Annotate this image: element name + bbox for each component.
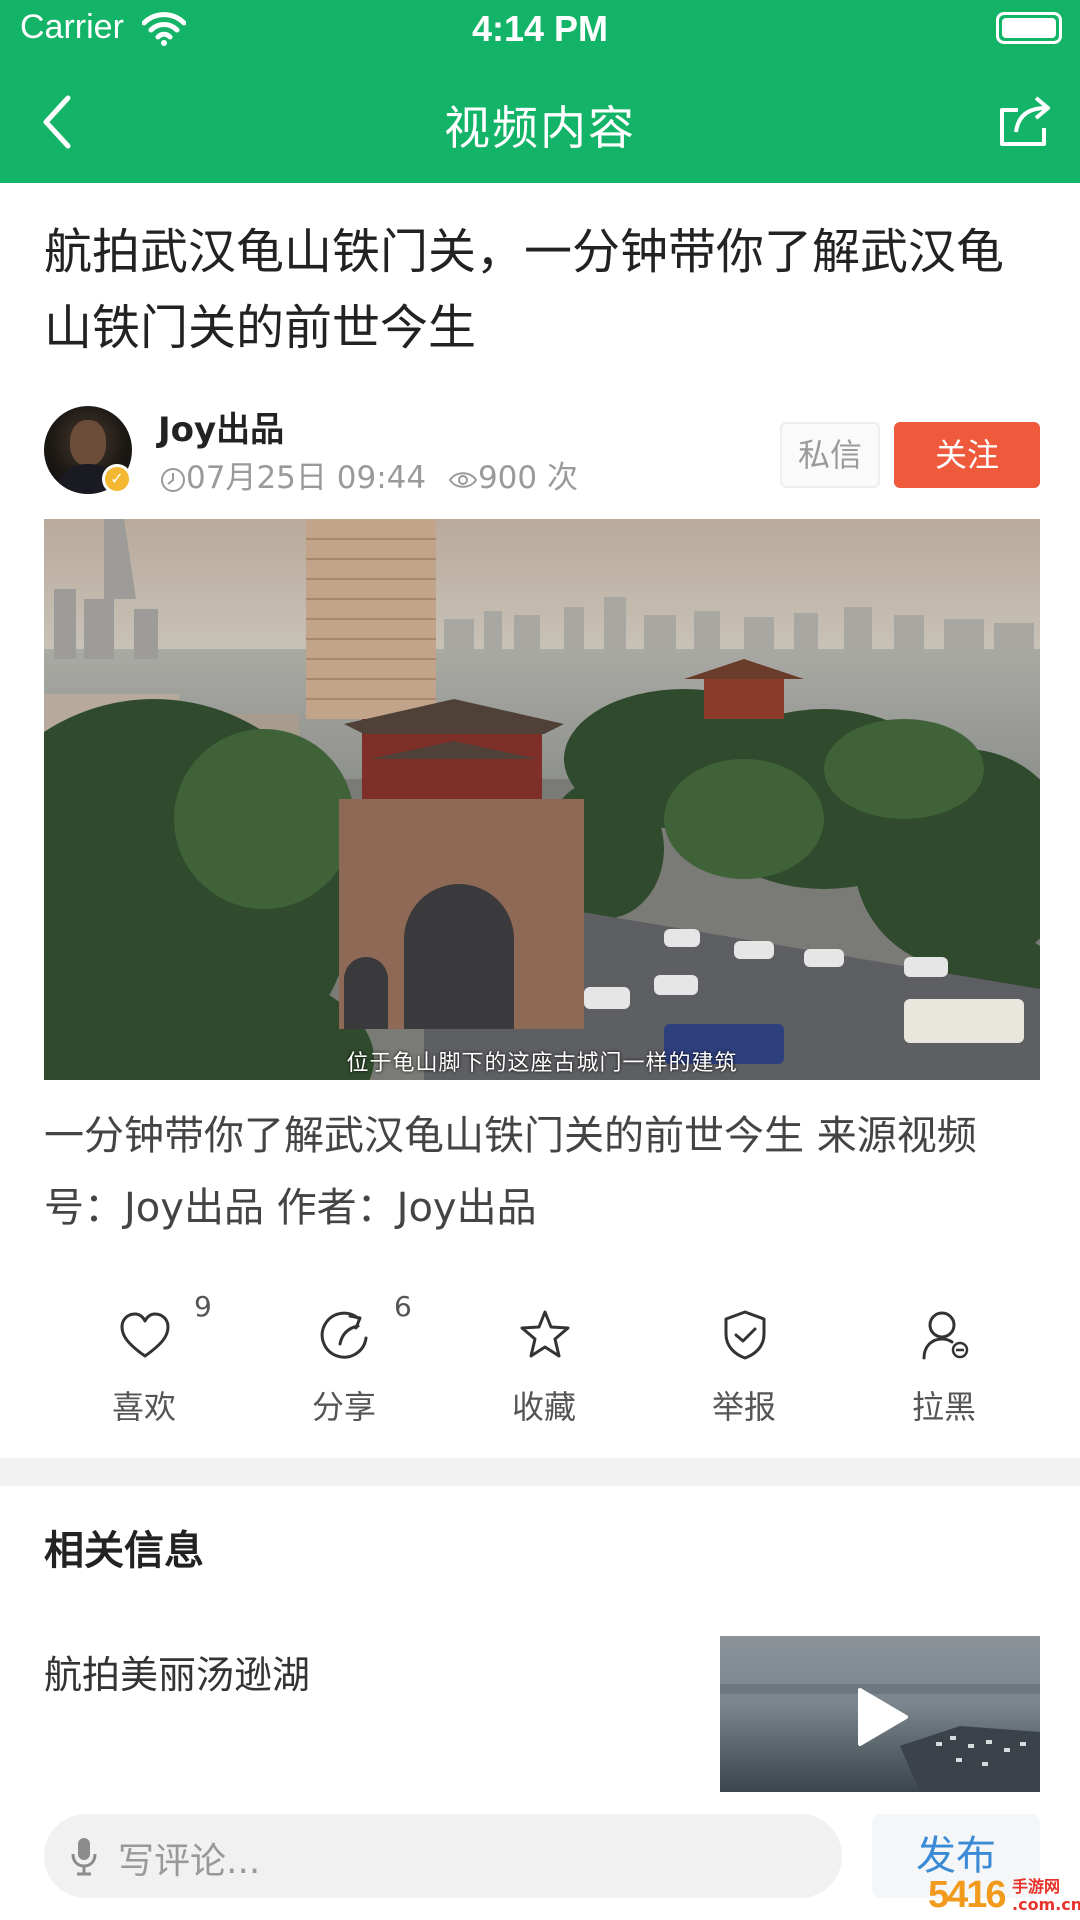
- action-bar: 9 喜欢 6 分享 收藏 举报 拉黑: [0, 1290, 1080, 1440]
- comment-input[interactable]: 写评论...: [44, 1814, 842, 1898]
- block-user-icon: [922, 1311, 969, 1360]
- related-item-title[interactable]: 航拍美丽汤逊湖: [44, 1644, 310, 1699]
- like-count: 9: [194, 1290, 212, 1323]
- like-action[interactable]: 9 喜欢: [44, 1290, 244, 1440]
- nav-bar: 视频内容: [0, 60, 1080, 183]
- watermark-text: 手游网 .com.cn: [1012, 1877, 1080, 1914]
- article-description: 一分钟带你了解武汉龟山铁门关的前世今生 来源视频号：Joy出品 作者：Joy出品: [44, 1113, 977, 1231]
- star-icon: [520, 1310, 570, 1358]
- video-caption: 位于龟山脚下的这座古城门一样的建筑: [346, 1051, 738, 1076]
- author-name[interactable]: Joy出品: [158, 402, 284, 451]
- heart-icon: [120, 1312, 170, 1358]
- eye-icon: [448, 471, 478, 488]
- post-date: 07月25日 09:44: [186, 460, 427, 496]
- status-bar: Carrier 4:14 PM: [0, 0, 1080, 60]
- share-label: 分享: [311, 1388, 376, 1426]
- favorite-label: 收藏: [511, 1388, 576, 1426]
- clock-icon: [161, 467, 185, 492]
- battery-icon: [996, 12, 1062, 44]
- video-player[interactable]: 位于龟山脚下的这座古城门一样的建筑: [44, 519, 1040, 1080]
- block-label: 拉黑: [911, 1388, 976, 1426]
- related-item[interactable]: 航拍美丽汤逊湖: [0, 1636, 1080, 1792]
- verified-badge-icon: ✓: [102, 464, 132, 494]
- block-action[interactable]: 拉黑: [844, 1290, 1044, 1440]
- message-button[interactable]: 私信: [780, 422, 880, 488]
- author-row: ✓ Joy出品 07月25日 09:44 900 次 私信 关注: [44, 402, 1040, 502]
- view-count: 900 次: [477, 460, 578, 496]
- site-watermark-logo: 5416 手游网 .com.cn: [928, 1874, 1080, 1920]
- favorite-action[interactable]: 收藏: [444, 1290, 644, 1440]
- watermark-number: 5416: [928, 1874, 1007, 1916]
- share-count: 6: [394, 1290, 412, 1323]
- microphone-icon[interactable]: [70, 1836, 98, 1876]
- share-action[interactable]: 6 分享: [244, 1290, 444, 1440]
- share-icon[interactable]: [994, 92, 1054, 150]
- post-meta: 07月25日 09:44 900 次: [160, 452, 578, 497]
- report-label: 举报: [711, 1388, 776, 1426]
- status-time: 4:14 PM: [471, 8, 609, 49]
- play-icon: [858, 1688, 908, 1746]
- report-action[interactable]: 举报: [644, 1290, 844, 1440]
- related-item-thumbnail[interactable]: [720, 1636, 1040, 1792]
- related-heading: 相关信息: [44, 1528, 204, 1574]
- like-label: 喜欢: [111, 1388, 176, 1426]
- shield-icon: [724, 1310, 766, 1360]
- follow-button[interactable]: 关注: [894, 422, 1040, 488]
- share-icon: [320, 1311, 368, 1359]
- app-header: Carrier 4:14 PM 视频内容: [0, 0, 1080, 183]
- article-title: 航拍武汉龟山铁门关，一分钟带你了解武汉龟山铁门关的前世今生: [44, 224, 1005, 356]
- section-divider: [0, 1458, 1080, 1486]
- comment-bar: 写评论... 发布: [0, 1792, 1080, 1920]
- page-title: 视频内容: [444, 101, 636, 155]
- comment-placeholder: 写评论...: [118, 1841, 261, 1882]
- video-frame: [44, 519, 1040, 1080]
